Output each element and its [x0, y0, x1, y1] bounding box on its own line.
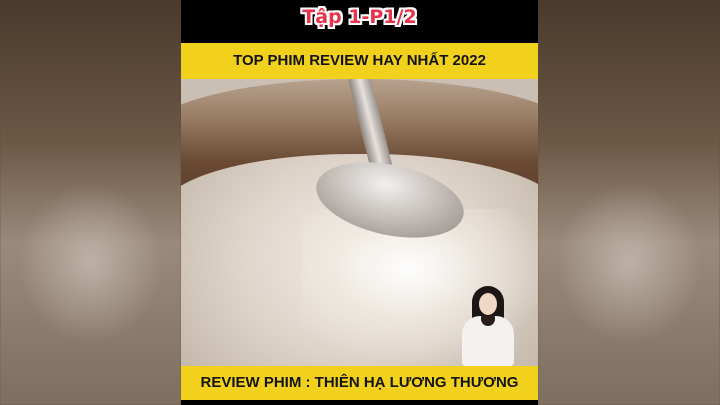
blurred-background-right — [538, 0, 720, 405]
video-frame: Tập 1-P1/2 TOP PHIM REVIEW HAY NHẤT 2022… — [181, 0, 538, 405]
blurred-background-left — [0, 0, 181, 405]
top-banner: TOP PHIM REVIEW HAY NHẤT 2022 — [181, 43, 538, 79]
presenter-avatar — [460, 286, 520, 366]
episode-label: Tập 1-P1/2 — [302, 6, 417, 28]
bottom-banner: REVIEW PHIM : THIÊN HẠ LƯƠNG THƯƠNG — [181, 366, 538, 400]
video-scene — [181, 79, 538, 366]
